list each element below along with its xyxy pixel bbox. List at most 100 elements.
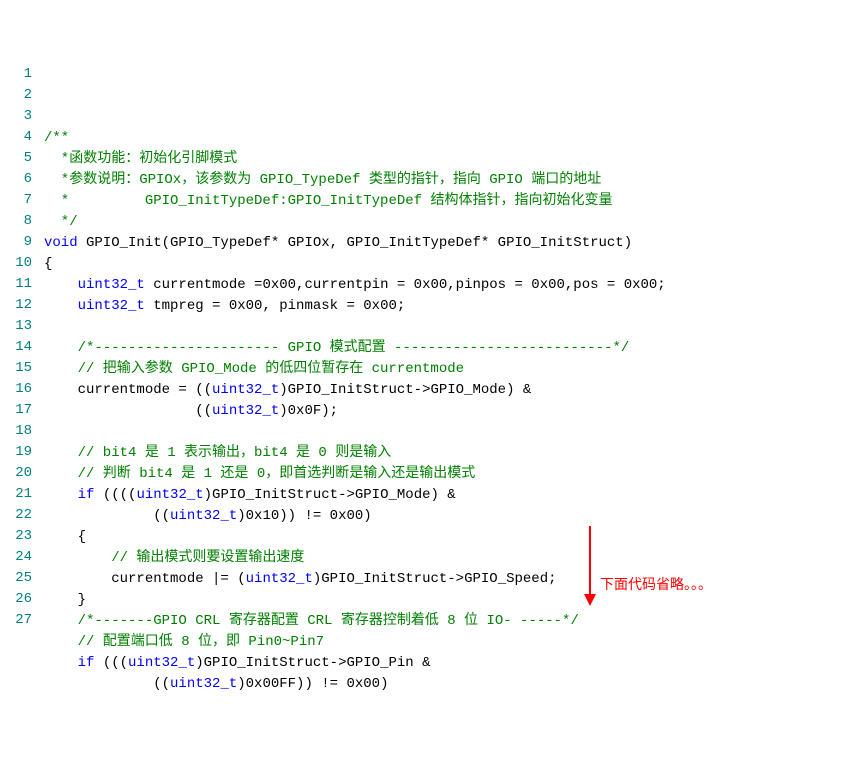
code-line[interactable]: void GPIO_Init(GPIO_TypeDef* GPIOx, GPIO… (40, 233, 848, 254)
code-token: (((( (94, 487, 136, 503)
code-line[interactable]: { (40, 527, 848, 548)
code-token: )0x10)) != 0x00) (237, 508, 371, 524)
line-number: 25 (0, 568, 32, 589)
code-token: * GPIO_InitTypeDef:GPIO_InitTypeDef 结构体指… (44, 193, 612, 209)
code-line[interactable]: * GPIO_InitTypeDef:GPIO_InitTypeDef 结构体指… (40, 191, 848, 212)
code-token: *函数功能：初始化引脚模式 (44, 151, 237, 167)
line-number: 19 (0, 442, 32, 463)
code-token: /** (44, 130, 69, 146)
code-token: // 把输入参数 GPIO_Mode 的低四位暂存在 currentmode (44, 361, 464, 377)
code-line[interactable]: *参数说明：GPIOx，该参数为 GPIO_TypeDef 类型的指针，指向 G… (40, 170, 848, 191)
line-number: 18 (0, 421, 32, 442)
code-token: )0x00FF)) != 0x00) (237, 676, 388, 692)
code-line[interactable]: // 配置端口低 8 位，即 Pin0~Pin7 (40, 632, 848, 653)
code-line[interactable]: // 把输入参数 GPIO_Mode 的低四位暂存在 currentmode (40, 359, 848, 380)
code-token: void (44, 235, 78, 251)
code-token: { (44, 529, 86, 545)
code-token: // 判断 bit4 是 1 还是 0，即首选判断是输入还是输出模式 (44, 466, 475, 482)
code-line[interactable]: ((uint32_t)0x00FF)) != 0x00) (40, 674, 848, 695)
code-token: // 输出模式则要设置输出速度 (44, 550, 304, 566)
line-number: 16 (0, 379, 32, 400)
code-token: uint32_t (170, 676, 237, 692)
code-token: /*-------GPIO CRL 寄存器配置 CRL 寄存器控制着低 8 位 … (44, 613, 579, 629)
code-line[interactable]: ((uint32_t)0x10)) != 0x00) (40, 506, 848, 527)
code-editor[interactable]: 1234567891011121314151617181920212223242… (0, 64, 848, 695)
code-token: )0x0F); (279, 403, 338, 419)
code-token: uint32_t (78, 298, 145, 314)
line-number: 15 (0, 358, 32, 379)
code-token: uint32_t (246, 571, 313, 587)
line-number: 10 (0, 253, 32, 274)
line-number: 23 (0, 526, 32, 547)
code-line[interactable]: /*---------------------- GPIO 模式配置 -----… (40, 338, 848, 359)
line-number: 22 (0, 505, 32, 526)
code-line[interactable]: */ (40, 212, 848, 233)
code-token: uint32_t (212, 382, 279, 398)
code-token: // 配置端口低 8 位，即 Pin0~Pin7 (44, 634, 324, 650)
code-line[interactable]: /** (40, 128, 848, 149)
line-number: 12 (0, 295, 32, 316)
code-line[interactable] (40, 317, 848, 338)
line-number-gutter: 1234567891011121314151617181920212223242… (0, 64, 40, 695)
code-token: currentmode |= ( (44, 571, 246, 587)
line-number: 11 (0, 274, 32, 295)
code-token: tmpreg = 0x00, pinmask = 0x00; (145, 298, 405, 314)
code-token: uint32_t (212, 403, 279, 419)
code-token: )GPIO_InitStruct->GPIO_Mode) & (204, 487, 456, 503)
code-line[interactable]: } (40, 590, 848, 611)
code-line[interactable]: /*-------GPIO CRL 寄存器配置 CRL 寄存器控制着低 8 位 … (40, 611, 848, 632)
code-line[interactable]: currentmode |= (uint32_t)GPIO_InitStruct… (40, 569, 848, 590)
line-number: 3 (0, 106, 32, 127)
line-number: 17 (0, 400, 32, 421)
line-number: 1 (0, 64, 32, 85)
code-token: )GPIO_InitStruct->GPIO_Speed; (313, 571, 557, 587)
line-number: 26 (0, 589, 32, 610)
code-token: *参数说明：GPIOx，该参数为 GPIO_TypeDef 类型的指针，指向 G… (44, 172, 601, 188)
line-number: 27 (0, 610, 32, 631)
line-number: 21 (0, 484, 32, 505)
code-token: // bit4 是 1 表示输出，bit4 是 0 则是输入 (44, 445, 391, 461)
code-line[interactable]: // 判断 bit4 是 1 还是 0，即首选判断是输入还是输出模式 (40, 464, 848, 485)
code-token: (( (44, 676, 170, 692)
line-number: 5 (0, 148, 32, 169)
code-token (44, 277, 78, 293)
code-line[interactable]: if ((((uint32_t)GPIO_InitStruct->GPIO_Mo… (40, 485, 848, 506)
code-token: if (44, 655, 94, 671)
line-number: 4 (0, 127, 32, 148)
code-line[interactable]: // 输出模式则要设置输出速度 (40, 548, 848, 569)
code-token: currentmode = (( (44, 382, 212, 398)
code-token: GPIO_Init(GPIO_TypeDef* GPIOx, GPIO_Init… (78, 235, 633, 251)
code-line[interactable]: if (((uint32_t)GPIO_InitStruct->GPIO_Pin… (40, 653, 848, 674)
line-number: 8 (0, 211, 32, 232)
code-token: } (44, 592, 86, 608)
code-token: ((( (94, 655, 128, 671)
line-number: 14 (0, 337, 32, 358)
code-token: { (44, 256, 52, 272)
line-number: 20 (0, 463, 32, 484)
code-token: (( (44, 508, 170, 524)
code-token: (( (44, 403, 212, 419)
code-line[interactable]: ((uint32_t)0x0F); (40, 401, 848, 422)
code-line[interactable]: *函数功能：初始化引脚模式 (40, 149, 848, 170)
code-line[interactable] (40, 422, 848, 443)
line-number: 6 (0, 169, 32, 190)
code-area[interactable]: 下面代码省略。。。 /** *函数功能：初始化引脚模式 *参数说明：GPIOx，… (40, 64, 848, 695)
code-token: uint32_t (136, 487, 203, 503)
code-token: /*---------------------- GPIO 模式配置 -----… (44, 340, 629, 356)
code-line[interactable]: uint32_t tmpreg = 0x00, pinmask = 0x00; (40, 296, 848, 317)
code-line[interactable]: currentmode = ((uint32_t)GPIO_InitStruct… (40, 380, 848, 401)
line-number: 7 (0, 190, 32, 211)
code-token: uint32_t (78, 277, 145, 293)
code-token: uint32_t (128, 655, 195, 671)
line-number: 2 (0, 85, 32, 106)
code-line[interactable]: { (40, 254, 848, 275)
code-line[interactable]: uint32_t currentmode =0x00,currentpin = … (40, 275, 848, 296)
code-token: uint32_t (170, 508, 237, 524)
code-line[interactable]: // bit4 是 1 表示输出，bit4 是 0 则是输入 (40, 443, 848, 464)
line-number: 9 (0, 232, 32, 253)
code-token: if (44, 487, 94, 503)
code-token: currentmode =0x00,currentpin = 0x00,pinp… (145, 277, 666, 293)
code-token: */ (44, 214, 78, 230)
code-token: )GPIO_InitStruct->GPIO_Mode) & (279, 382, 531, 398)
line-number: 13 (0, 316, 32, 337)
